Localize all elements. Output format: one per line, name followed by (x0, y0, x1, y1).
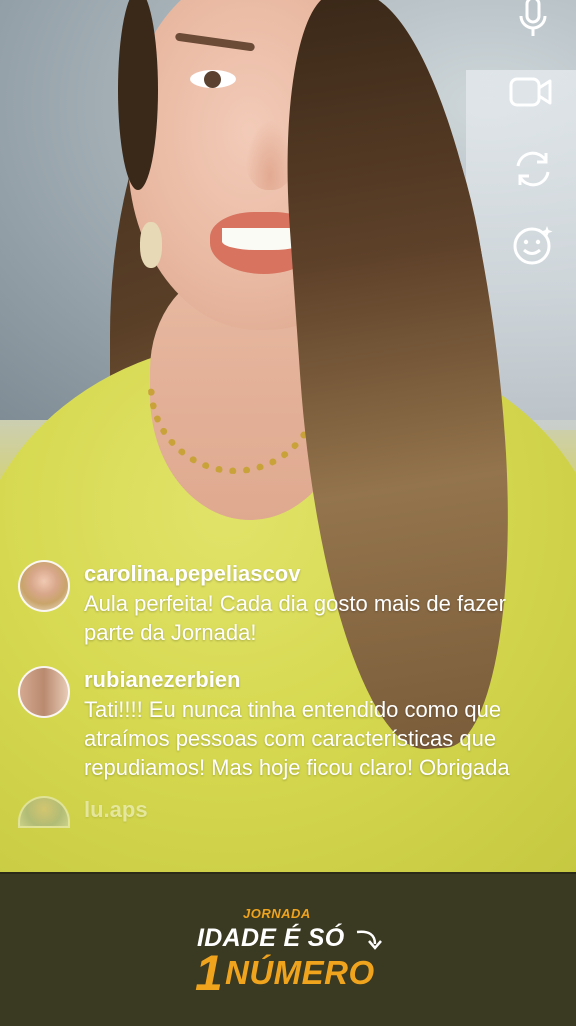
effects-smiley-icon (513, 226, 553, 265)
video-camera-button[interactable] (508, 71, 554, 113)
comment-username[interactable]: carolina.pepeliascov (84, 560, 518, 588)
microphone-button[interactable] (512, 0, 554, 42)
live-comments: carolina.pepeliascov Aula perfeita! Cada… (18, 560, 518, 838)
avatar[interactable] (18, 666, 70, 718)
flip-camera-button[interactable] (512, 148, 554, 190)
comment-item: carolina.pepeliascov Aula perfeita! Cada… (18, 560, 518, 648)
host-left-earring (140, 222, 162, 268)
logo-line2: NÚMERO (225, 954, 375, 991)
logo-number: 1 (195, 945, 223, 1001)
comment-item: lu.aps (18, 796, 518, 828)
microphone-icon (519, 0, 547, 36)
effects-button[interactable] (512, 224, 554, 266)
jornada-logo: JORNADA IDADE É SÓ 1 NÚMERO (195, 904, 395, 1004)
flip-camera-icon (516, 151, 550, 187)
avatar[interactable] (18, 796, 70, 828)
comment-text: Tati!!!! Eu nunca tinha entendido como q… (84, 697, 510, 780)
host-left-eye (190, 70, 236, 88)
video-camera-icon (509, 77, 552, 107)
avatar[interactable] (18, 560, 70, 612)
logo-small-text: JORNADA (243, 906, 311, 921)
comment-text: Aula perfeita! Cada dia gosto mais de fa… (84, 591, 506, 645)
comment-username[interactable]: rubianezerbien (84, 666, 518, 694)
bottom-banner: JORNADA IDADE É SÓ 1 NÚMERO (0, 872, 576, 1026)
curved-arrow-icon (356, 930, 382, 950)
comment-username[interactable]: lu.aps (84, 796, 518, 824)
comment-item: rubianezerbien Tati!!!! Eu nunca tinha e… (18, 666, 518, 782)
